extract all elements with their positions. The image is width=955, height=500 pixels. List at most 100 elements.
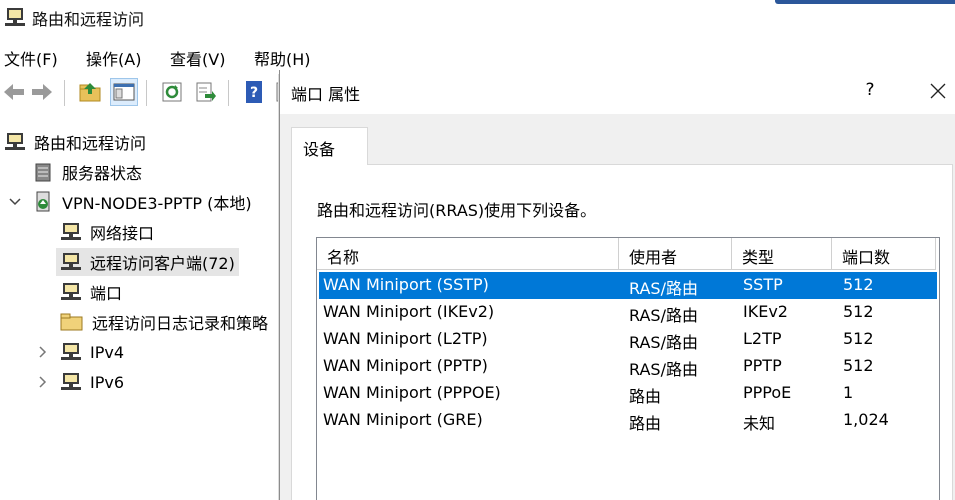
tree-item-label: IPv6 [90,372,125,392]
devices-list[interactable]: 名称 使用者 类型 端口数 WAN Miniport (SSTP) RAS/路由… [316,237,940,500]
menu-bar: 文件(F) 操作(A) 查看(V) 帮助(H) [0,40,955,72]
tree-item-label: VPN-NODE3-PPTP (本地) [62,194,252,213]
help-button[interactable]: ? [240,78,268,106]
tab-panel-devices: 路由和远程访问(RRAS)使用下列设备。 名称 使用者 类型 端口数 WAN M… [291,164,953,500]
tree-item-label: 路由和远程访问 [34,134,147,153]
window-titlebar: 路由和远程访问 [0,0,955,38]
column-header-user[interactable]: 使用者 [619,238,732,270]
toolbar-separator [146,80,147,106]
network-icon [61,373,81,390]
column-header-type[interactable]: 类型 [732,238,832,270]
server-status-icon [35,163,51,182]
window-title: 路由和远程访问 [32,10,145,29]
tree-item-ports[interactable]: 端口 [60,278,122,306]
table-row[interactable]: WAN Miniport (SSTP) RAS/路由 SSTP 512 [319,272,937,299]
up-folder-icon [79,83,101,102]
export-list-button[interactable] [192,78,220,106]
column-header-ports[interactable]: 端口数 [832,238,936,270]
back-button[interactable] [0,78,28,106]
cell-user: 路由 [629,387,662,406]
devices-description: 路由和远程访问(RRAS)使用下列设备。 [317,201,597,220]
tree-item-server-status[interactable]: 服务器状态 [32,158,142,186]
cell-user: RAS/路由 [629,306,698,325]
console-tree: 路由和远程访问 服务器状态 VPN-NODE3-PPTP (本地) 网络接口 远… [0,126,278,500]
cell-ports: 512 [843,302,874,321]
export-list-icon [196,82,216,102]
tree-item-logging-policy[interactable]: 远程访问日志记录和策略 [60,308,278,336]
chevron-right-icon[interactable] [36,375,50,389]
cell-user: 路由 [629,414,662,433]
table-row[interactable]: WAN Miniport (GRE) 路由 未知 1,024 [319,407,937,434]
cell-name: WAN Miniport (SSTP) [323,275,489,294]
tree-item-label: 端口 [90,284,123,303]
show-hide-console-tree-button[interactable] [110,78,138,106]
console-tree-icon [113,83,135,101]
network-icon [61,253,81,270]
column-label: 端口数 [842,248,891,267]
help-book-icon: ? [246,81,262,103]
column-header-name[interactable]: 名称 [317,238,619,270]
dialog-titlebar[interactable]: 端口 属性 ? [280,70,955,114]
cell-type: L2TP [743,329,782,348]
cell-type: SSTP [743,275,783,294]
tree-item-label: IPv4 [90,342,125,362]
forward-button[interactable] [28,78,56,106]
cell-ports: 1 [843,383,854,402]
tab-devices[interactable]: 设备 [291,127,368,165]
tree-item-network-interfaces[interactable]: 网络接口 [60,218,154,246]
refresh-icon [162,82,182,102]
dialog-title: 端口 属性 [291,85,361,104]
table-row[interactable]: WAN Miniport (PPTP) RAS/路由 PPTP 512 [319,353,937,380]
cell-user: RAS/路由 [629,360,698,379]
tree-item-remote-access-clients[interactable]: 远程访问客户端(72) [56,248,239,276]
tree-item-vpn-node[interactable]: VPN-NODE3-PPTP (本地) [32,188,252,216]
cell-ports: 512 [843,329,874,348]
tab-label: 设备 [303,140,336,159]
network-icon [61,343,81,360]
menu-file[interactable]: 文件(F) [4,46,58,70]
tree-item-ipv4[interactable]: IPv4 [60,338,124,366]
toolbar-separator [64,80,65,106]
cell-type: PPTP [743,356,782,375]
tree-item-routing-root[interactable]: 路由和远程访问 [4,128,146,156]
cell-ports: 512 [843,356,874,375]
column-label: 使用者 [629,248,678,267]
cell-name: WAN Miniport (L2TP) [323,329,488,348]
list-header: 名称 使用者 类型 端口数 [317,238,939,270]
cell-ports: 512 [843,275,874,294]
cell-type: IKEv2 [743,302,788,321]
menu-action[interactable]: 操作(A) [86,46,141,70]
toolbar: ? [0,74,288,112]
server-icon [5,133,25,150]
tree-item-label: 远程访问日志记录和策略 [92,314,269,333]
chevron-right-icon[interactable] [36,345,50,359]
menu-view[interactable]: 查看(V) [170,46,225,70]
cell-ports: 1,024 [843,410,889,429]
svg-text:?: ? [250,85,258,101]
chevron-down-icon[interactable] [8,195,22,209]
window-accent-edge [775,0,955,4]
table-row[interactable]: WAN Miniport (PPPOE) 路由 PPPoE 1 [319,380,937,407]
close-icon [930,83,946,99]
refresh-button[interactable] [158,78,186,106]
cell-type: 未知 [743,414,776,433]
close-button[interactable] [925,78,951,104]
cell-user: RAS/路由 [629,279,698,298]
network-icon [61,223,81,240]
folder-icon [60,313,83,331]
cell-user: RAS/路由 [629,333,698,352]
column-label: 类型 [742,248,775,267]
cell-type: PPPoE [743,383,792,402]
tree-item-ipv6[interactable]: IPv6 [60,368,124,396]
toolbar-separator [228,80,229,106]
server-local-icon [36,191,50,212]
table-row[interactable]: WAN Miniport (L2TP) RAS/路由 L2TP 512 [319,326,937,353]
up-folder-button[interactable] [76,78,104,106]
cell-name: WAN Miniport (PPPOE) [323,383,501,402]
routing-app-icon [4,6,26,32]
column-label: 名称 [327,248,360,267]
table-row[interactable]: WAN Miniport (IKEv2) RAS/路由 IKEv2 512 [319,299,937,326]
help-button[interactable]: ? [860,80,880,100]
tree-item-label: 远程访问客户端(72) [90,254,235,273]
menu-help[interactable]: 帮助(H) [254,46,311,70]
